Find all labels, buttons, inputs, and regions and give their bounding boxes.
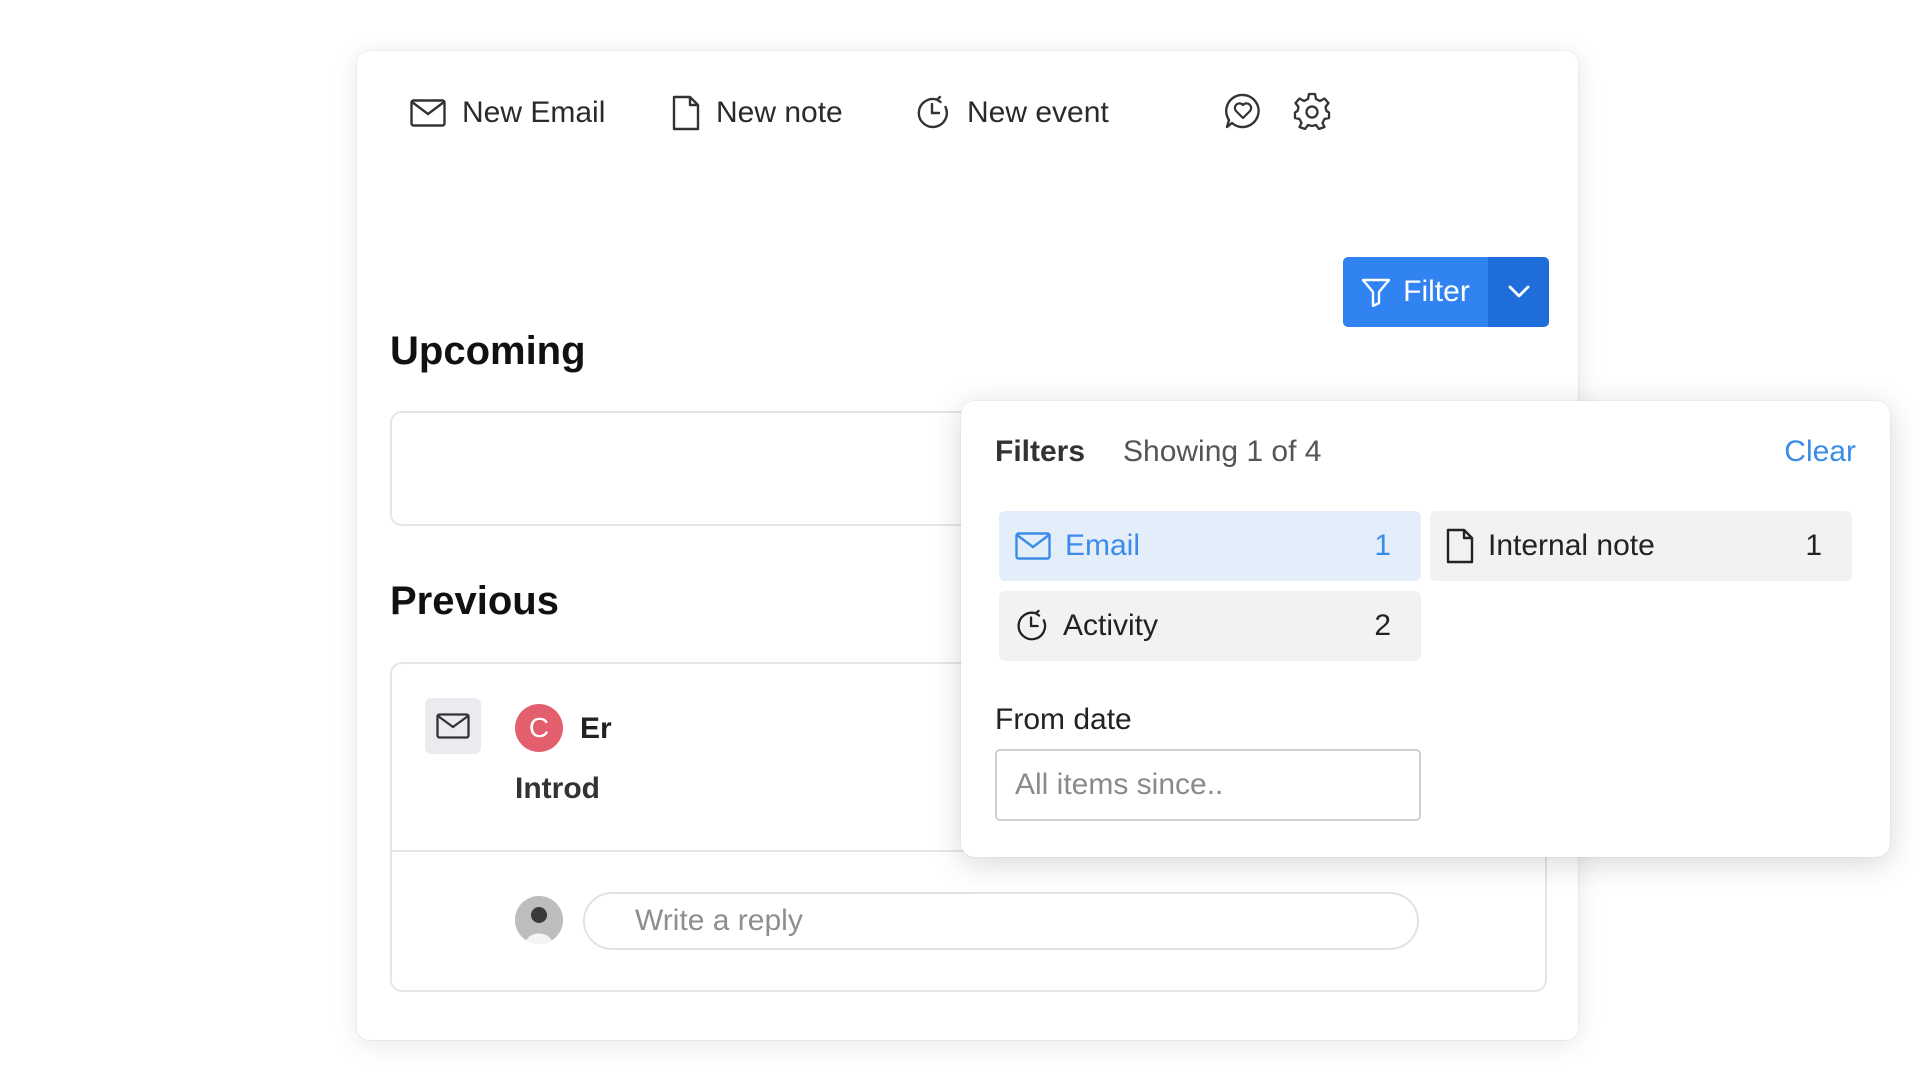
filter-option-label: Activity [1063,609,1159,642]
email-subject[interactable]: Introd [515,772,600,806]
new-email-button[interactable]: New Email [410,89,605,137]
reply-input[interactable] [583,892,1419,950]
clear-filters-link[interactable]: Clear [1784,435,1856,469]
email-type-tile [425,698,481,754]
filter-option-email[interactable]: Email 1 [999,511,1421,581]
previous-heading: Previous [390,579,559,623]
from-date-input[interactable] [995,749,1421,821]
filter-label: Filter [1403,275,1470,308]
from-date-label: From date [995,703,1132,736]
email-sender[interactable]: Er [580,712,612,746]
new-email-label: New Email [462,96,606,129]
filters-showing-count: Showing 1 of 4 [1123,435,1322,468]
filter-option-internal-note[interactable]: Internal note 1 [1430,511,1852,581]
chevron-down-icon [1508,285,1529,298]
heart-chat-icon [1225,93,1260,129]
new-event-button[interactable]: New event [915,89,1109,137]
filter-option-count: 1 [1374,529,1391,562]
gear-icon [1293,92,1331,130]
clock-icon [917,95,949,129]
sender-avatar: C [515,704,563,752]
filters-title: Filters [995,435,1086,468]
envelope-icon [436,713,470,739]
activity-panel: New Email New note New event Filter Upco… [357,51,1890,1040]
filter-option-label: Internal note [1488,529,1655,562]
new-note-button[interactable]: New note [672,89,843,137]
document-icon [672,95,700,131]
chat-button[interactable] [1219,87,1267,135]
settings-button[interactable] [1288,87,1336,135]
document-icon [1446,528,1474,564]
new-note-label: New note [716,96,843,129]
filter-option-label: Email [1065,529,1141,562]
envelope-icon [410,99,446,127]
user-avatar [515,896,563,944]
new-event-label: New event [967,96,1109,129]
filter-button[interactable]: Filter [1343,257,1488,327]
person-photo-icon [515,896,563,944]
funnel-icon [1361,278,1391,307]
filter-option-activity[interactable]: Activity 2 [999,591,1421,661]
filter-option-count: 1 [1805,529,1822,562]
filters-popover: Filters Showing 1 of 4 Clear Email 1 Int… [961,401,1890,857]
filter-option-count: 2 [1374,609,1391,642]
filter-dropdown-toggle[interactable] [1488,257,1549,327]
filter-button-group: Filter [1343,257,1549,327]
envelope-icon [1015,532,1051,560]
upcoming-heading: Upcoming [390,329,586,373]
clock-icon [1017,609,1047,641]
toolbar: New Email New note New event [357,51,1578,171]
